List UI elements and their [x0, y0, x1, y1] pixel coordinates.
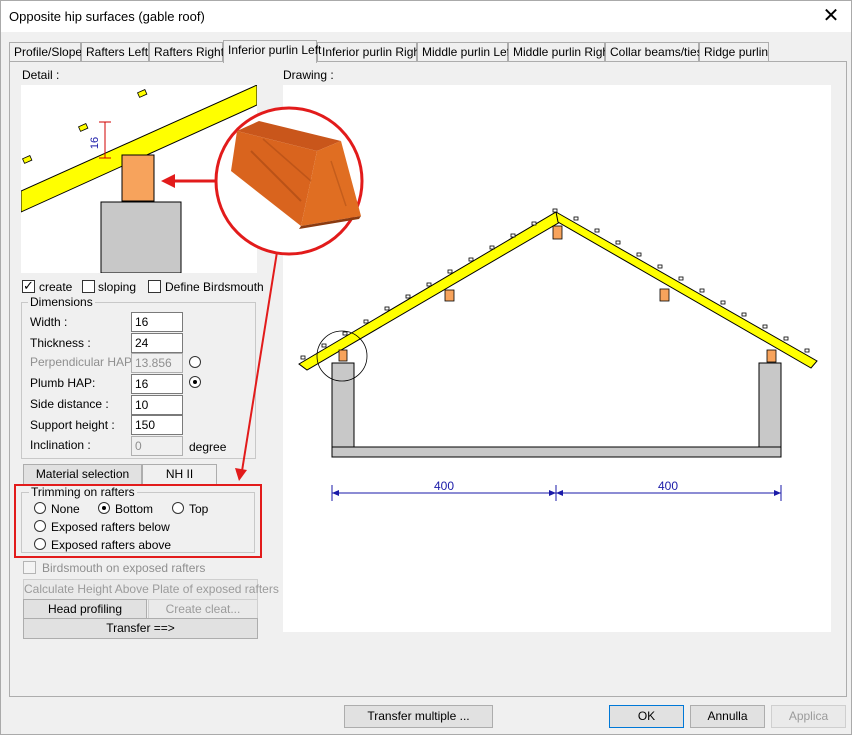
- ok-button[interactable]: OK: [609, 705, 684, 728]
- tab-inferior-purlin-left[interactable]: Inferior purlin Left: [223, 40, 321, 63]
- dialog-window: Opposite hip surfaces (gable roof) ✕ Pro…: [0, 0, 852, 735]
- annotation-overlay: [161, 106, 364, 481]
- cancel-button[interactable]: Annulla: [690, 705, 765, 728]
- callout-arrow-head: [161, 174, 175, 188]
- trimming-arrow-line: [241, 251, 278, 472]
- trimming-arrow-head: [235, 468, 247, 481]
- transfer-multiple-button[interactable]: Transfer multiple ...: [344, 705, 493, 728]
- apply-button[interactable]: Applica: [771, 705, 846, 728]
